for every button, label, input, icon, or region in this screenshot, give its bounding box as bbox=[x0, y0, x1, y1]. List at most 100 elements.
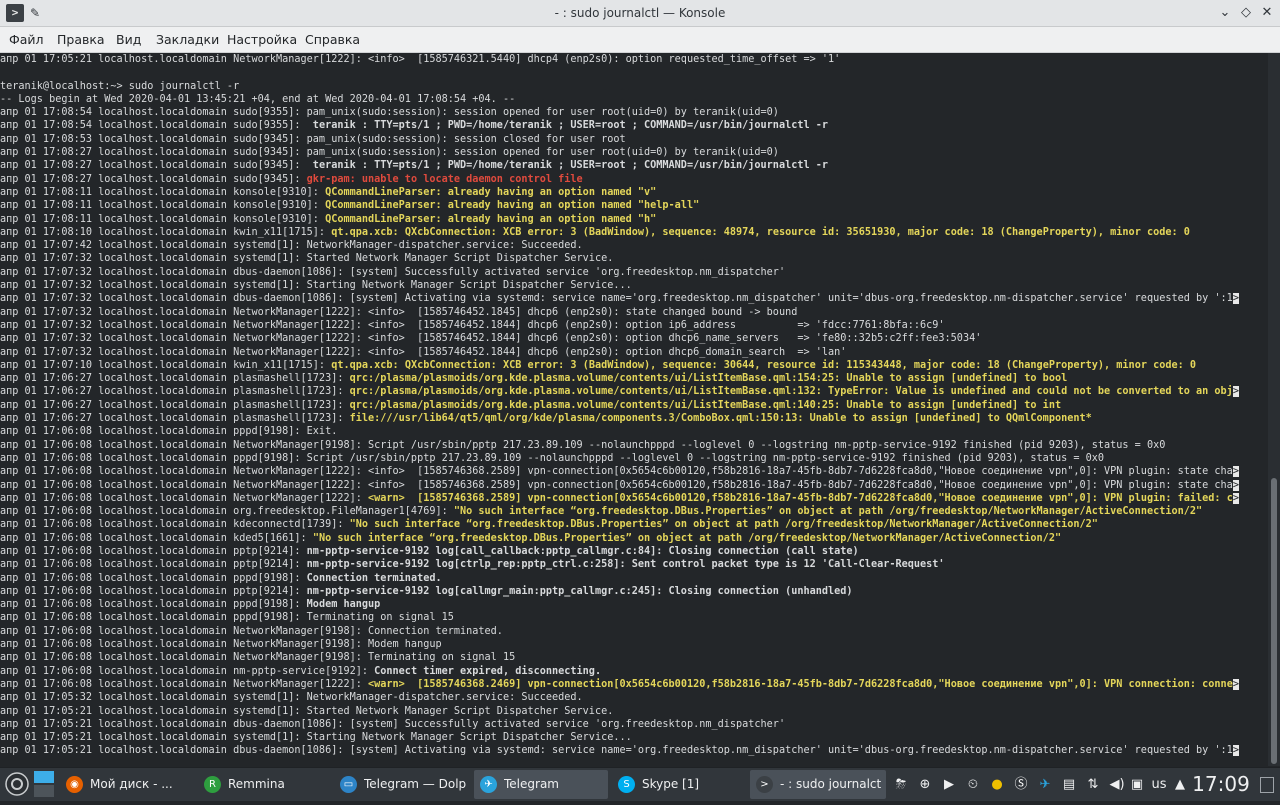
tray-telegram-icon[interactable]: ✈ bbox=[1037, 777, 1053, 793]
log-text: апр 01 17:08:11 localhost.localdomain ko… bbox=[0, 213, 326, 225]
task-button[interactable]: ◉ Мой диск - ... bbox=[60, 770, 194, 799]
minimize-button[interactable]: ⌄ bbox=[1216, 4, 1234, 22]
scrollbar-thumb[interactable] bbox=[1271, 478, 1277, 764]
terminal-line: апр 01 17:05:21 localhost.localdomain sy… bbox=[0, 705, 1268, 718]
log-text: апр 01 17:07:32 localhost.localdomain db… bbox=[0, 266, 786, 278]
log-text: апр 01 17:07:42 localhost.localdomain sy… bbox=[0, 240, 583, 252]
tray-remmina-icon[interactable]: ● bbox=[989, 777, 1005, 793]
close-button[interactable]: ✕ bbox=[1258, 4, 1276, 22]
terminal-line: апр 01 17:07:32 localhost.localdomain Ne… bbox=[0, 332, 1268, 345]
menu-settings[interactable]: Настройка bbox=[227, 27, 297, 52]
maximize-button[interactable]: ◇ bbox=[1237, 4, 1255, 22]
log-text: апр 01 17:06:08 localhost.localdomain nm… bbox=[0, 665, 375, 677]
tray-skype-icon[interactable]: Ⓢ bbox=[1013, 777, 1029, 793]
terminal-line: апр 01 17:07:32 localhost.localdomain Ne… bbox=[0, 319, 1268, 332]
dolphin-icon: ▭ bbox=[340, 776, 357, 793]
task-label: Skype [1] bbox=[642, 777, 700, 791]
terminal-line: апр 01 17:05:32 localhost.localdomain sy… bbox=[0, 691, 1268, 704]
terminal-view[interactable]: апр 01 17:05:21 localhost.localdomain Ne… bbox=[0, 53, 1268, 766]
log-text: апр 01 17:05:21 localhost.localdomain sy… bbox=[0, 732, 632, 744]
log-text: Connection terminated. bbox=[306, 572, 442, 584]
log-text: апр 01 17:06:08 localhost.localdomain pp… bbox=[0, 585, 307, 597]
terminal-line: апр 01 17:07:42 localhost.localdomain sy… bbox=[0, 239, 1268, 252]
task-button[interactable]: ▭ Telegram — Dolp... bbox=[334, 770, 470, 799]
task-button[interactable]: ✈ Telegram bbox=[474, 770, 608, 799]
title-bar: > ✎ - : sudo journalctl — Konsole ⌄ ◇ ✕ bbox=[0, 0, 1280, 27]
log-text: qrc:/plasma/plasmoids/org.kde.plasma.vol… bbox=[349, 373, 1068, 385]
menu-help[interactable]: Справка bbox=[305, 27, 360, 52]
terminal-line: апр 01 17:06:27 localhost.localdomain pl… bbox=[0, 399, 1268, 412]
log-text: апр 01 17:08:54 localhost.localdomain su… bbox=[0, 107, 779, 119]
log-text: QCommandLineParser: already having an op… bbox=[325, 200, 700, 212]
task-button[interactable]: > - : sudo journalctl... bbox=[750, 770, 886, 799]
terminal-line: апр 01 17:07:32 localhost.localdomain db… bbox=[0, 266, 1268, 279]
log-text: апр 01 17:07:32 localhost.localdomain sy… bbox=[0, 253, 614, 265]
menu-bar: Файл Правка Вид Закладки Настройка Справ… bbox=[0, 27, 1280, 53]
menu-edit[interactable]: Правка bbox=[57, 27, 105, 52]
task-label: Remmina bbox=[228, 777, 285, 791]
terminal-line: апр 01 17:07:32 localhost.localdomain Ne… bbox=[0, 306, 1268, 319]
tray-clipboard-icon[interactable]: ▤ bbox=[1061, 777, 1077, 793]
terminal-line: апр 01 17:06:08 localhost.localdomain pp… bbox=[0, 611, 1268, 624]
opensuse-icon bbox=[5, 772, 29, 796]
menu-file[interactable]: Файл bbox=[9, 27, 44, 52]
menu-bookmarks[interactable]: Закладки bbox=[156, 27, 219, 52]
tray-network-icon[interactable]: ⇅ bbox=[1085, 777, 1101, 793]
digital-clock[interactable]: 17:09 bbox=[1192, 768, 1250, 801]
tray-updates-icon[interactable]: ⊕ bbox=[917, 777, 933, 793]
log-text: апр 01 17:06:08 localhost.localdomain Ne… bbox=[0, 652, 516, 664]
terminal-line: апр 01 17:08:10 localhost.localdomain kw… bbox=[0, 226, 1268, 239]
log-text: апр 01 17:07:32 localhost.localdomain Ne… bbox=[0, 333, 982, 345]
log-text: апр 01 17:07:32 localhost.localdomain db… bbox=[0, 293, 1233, 305]
menu-view[interactable]: Вид bbox=[116, 27, 141, 52]
task-label: Мой диск - ... bbox=[90, 777, 173, 791]
terminal-line: апр 01 17:07:32 localhost.localdomain db… bbox=[0, 292, 1268, 305]
task-button[interactable]: S Skype [1] bbox=[612, 770, 746, 799]
truncation-marker: > bbox=[1232, 466, 1239, 478]
log-text: апр 01 17:06:08 localhost.localdomain kd… bbox=[0, 532, 313, 544]
terminal-line: апр 01 17:06:08 localhost.localdomain Ne… bbox=[0, 651, 1268, 664]
terminal-line: апр 01 17:08:27 localhost.localdomain su… bbox=[0, 159, 1268, 172]
log-text: апр 01 17:08:10 localhost.localdomain kw… bbox=[0, 226, 332, 238]
terminal-line: апр 01 17:08:53 localhost.localdomain su… bbox=[0, 133, 1268, 146]
terminal-line: апр 01 17:06:08 localhost.localdomain pp… bbox=[0, 558, 1268, 571]
log-text: апр 01 17:07:32 localhost.localdomain sy… bbox=[0, 280, 632, 292]
tray-expand-icon[interactable]: ▲ bbox=[1172, 777, 1188, 793]
tray-volume-icon[interactable]: ◀) bbox=[1109, 777, 1125, 793]
tray-media-icon[interactable]: ▶ bbox=[941, 777, 957, 793]
log-text: апр 01 17:06:08 localhost.localdomain pp… bbox=[0, 452, 1105, 464]
tray-weather-icon[interactable]: ⛈ bbox=[893, 777, 909, 793]
terminal-output: апр 01 17:05:21 localhost.localdomain Ne… bbox=[0, 53, 1268, 758]
task-label: Telegram bbox=[504, 777, 559, 791]
terminal-scrollbar[interactable] bbox=[1268, 53, 1280, 766]
log-text: qt.qpa.xcb: QXcbConnection: XCB error: 3… bbox=[331, 359, 1197, 371]
log-text: апр 01 17:05:21 localhost.localdomain sy… bbox=[0, 705, 614, 717]
panel-settings-button[interactable] bbox=[1256, 768, 1276, 801]
task-button[interactable]: R Remmina bbox=[198, 770, 330, 799]
terminal-line: апр 01 17:06:27 localhost.localdomain pl… bbox=[0, 412, 1268, 425]
tray-clock-icon[interactable]: ⏲ bbox=[965, 777, 981, 793]
truncation-marker: > bbox=[1232, 386, 1239, 398]
terminal-line: апр 01 17:05:21 localhost.localdomain db… bbox=[0, 744, 1268, 757]
terminal-line: апр 01 17:06:08 localhost.localdomain pp… bbox=[0, 572, 1268, 585]
terminal-line: апр 01 17:06:08 localhost.localdomain kd… bbox=[0, 532, 1268, 545]
log-text: qt.qpa.xcb: QXcbConnection: XCB error: 3… bbox=[331, 226, 1190, 238]
terminal-line: апр 01 17:06:08 localhost.localdomain Ne… bbox=[0, 465, 1268, 478]
tray-vpn-icon[interactable]: ▣ bbox=[1129, 777, 1145, 793]
terminal-line: апр 01 17:06:27 localhost.localdomain pl… bbox=[0, 385, 1268, 398]
terminal-line: апр 01 17:06:08 localhost.localdomain Ne… bbox=[0, 439, 1268, 452]
terminal-line: апр 01 17:06:08 localhost.localdomain pp… bbox=[0, 545, 1268, 558]
log-text: gkr-pam: unable to locate daemon control… bbox=[306, 173, 583, 185]
terminal-line: апр 01 17:06:08 localhost.localdomain kd… bbox=[0, 518, 1268, 531]
terminal-line: апр 01 17:06:08 localhost.localdomain pp… bbox=[0, 598, 1268, 611]
log-text: nm-pptp-service-9192 log[callmgr_main:pp… bbox=[306, 585, 853, 597]
desktop-pager[interactable] bbox=[32, 768, 56, 801]
skype-icon: S bbox=[618, 776, 635, 793]
terminal-line: апр 01 17:06:08 localhost.localdomain pp… bbox=[0, 452, 1268, 465]
pager-desktop-1[interactable] bbox=[34, 771, 54, 783]
terminal-line: апр 01 17:08:27 localhost.localdomain su… bbox=[0, 173, 1268, 186]
keyboard-layout-indicator[interactable]: us bbox=[1148, 768, 1170, 801]
log-text: Modem hangup bbox=[306, 599, 381, 611]
pager-desktop-2[interactable] bbox=[34, 785, 54, 797]
app-launcher-button[interactable] bbox=[4, 768, 30, 801]
